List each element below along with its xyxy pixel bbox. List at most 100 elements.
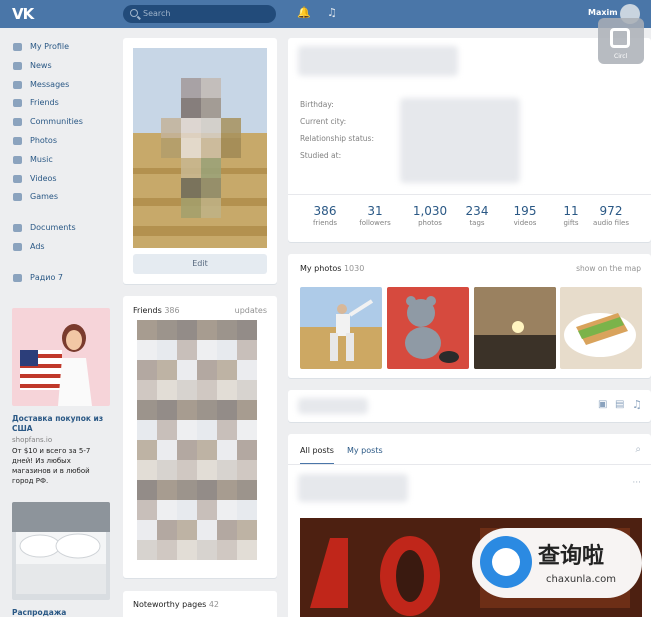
composer-blurred [298,398,368,414]
new-post-bar[interactable]: ▣ ▤ ♫ [288,390,651,422]
show-on-map-link[interactable]: show on the map [576,264,641,273]
friend-avatar-pixel [137,480,157,500]
my-photos-card: My photos 1030 show on the map [288,254,651,378]
friend-avatar-pixel [217,360,237,380]
friend-avatar-pixel [197,480,217,500]
sidebar-item-documents[interactable]: Documents [8,219,112,238]
friend-avatar-pixel [237,520,257,540]
stat-audio-files[interactable]: 972 audio files [587,204,635,227]
friend-avatar-pixel [217,480,237,500]
current-city-label: Current city: [300,117,347,126]
friends-updates-link[interactable]: updates [235,306,267,315]
sidebar-item-label: Photos [30,135,57,145]
message-icon [13,80,22,89]
more-options-icon[interactable]: ··· [632,478,641,488]
noteworthy-title[interactable]: Noteworthy pages [133,600,206,609]
camera-icon[interactable]: ▣ [598,399,607,410]
left-sidebar: My Profile News Messages Friends Communities… [8,38,112,288]
sidebar-item-videos[interactable]: Videos [8,170,112,189]
friend-avatar-pixel [237,400,257,420]
search-input[interactable]: Search [123,5,276,23]
sidebar-item-ads[interactable]: Ads [8,238,112,257]
friend-avatar-pixel [177,440,197,460]
search-icon [130,9,138,17]
friend-avatar-pixel [197,420,217,440]
friend-avatar-pixel [217,340,237,360]
ad-text: От $10 и всего за 5-7 дней! Из любых маг… [12,447,91,485]
communities-icon [13,118,22,127]
friend-avatar-pixel [217,460,237,480]
ad-site[interactable]: shopfans.io [12,436,110,444]
friend-avatar-pixel [177,520,197,540]
sidebar-item-my-profile[interactable]: My Profile [8,38,112,57]
friend-avatar-pixel [237,420,257,440]
friend-avatar-pixel [217,540,237,560]
photo-thumb-sandwich[interactable] [560,287,642,369]
tab-my-posts[interactable]: My posts [347,446,383,455]
sidebar-item-music[interactable]: Music [8,151,112,170]
top-bar: VK Search 🔔 ♫ Maxim [0,0,651,28]
sidebar-item-label: Videos [30,173,57,183]
friends-title-row[interactable]: Friends 386 [133,306,180,315]
photo-thumb-field[interactable] [300,287,382,369]
friend-avatar-pixel [197,320,217,340]
photo-thumb-sunset[interactable] [474,287,556,369]
stat-videos[interactable]: 195 videos [501,204,549,227]
ad-image-pillows[interactable] [12,502,110,600]
sidebar-item-радио-7[interactable]: Радио 7 [8,269,112,288]
sidebar-item-games[interactable]: Games [8,188,112,207]
ad-block-1[interactable]: Доставка покупок из США shopfans.io От $… [12,308,110,486]
search-posts-icon[interactable]: ⌕ [635,444,641,455]
stat-friends[interactable]: 386 friends [301,204,349,227]
friend-avatar-pixel [197,540,217,560]
friend-avatar-pixel [137,440,157,460]
stat-tags[interactable]: 234 tags [453,204,501,227]
friend-avatar-pixel [137,340,157,360]
music-icon[interactable]: ♫ [327,6,337,19]
sidebar-item-label: Music [30,154,53,164]
friend-avatar-pixel [197,400,217,420]
ad-title[interactable]: Доставка покупок из США [12,414,110,434]
video-icon[interactable]: ▤ [615,399,624,410]
noteworthy-title-row[interactable]: Noteworthy pages 42 [133,600,219,609]
sidebar-item-messages[interactable]: Messages [8,76,112,95]
friend-avatar-pixel [177,480,197,500]
friends-title[interactable]: Friends [133,306,162,315]
friends-count: 386 [164,306,180,315]
stat-photos[interactable]: 1,030 photos [406,204,454,227]
vk-logo[interactable]: VK [12,5,34,23]
user-name[interactable]: Maxim [588,8,618,17]
photo-thumb-teddy[interactable] [387,287,469,369]
ads-icon [13,242,22,251]
profile-photo[interactable] [133,48,267,248]
music-attach-icon[interactable]: ♫ [632,398,642,411]
edit-profile-button[interactable]: Edit [133,254,267,274]
friend-avatar-pixel [157,520,177,540]
friend-avatar-pixel [177,420,197,440]
sidebar-item-label: Friends [30,98,59,108]
sidebar-item-label: Games [30,192,58,202]
sidebar-item-communities[interactable]: Communities [8,113,112,132]
friends-grid[interactable] [137,320,263,560]
sidebar-item-news[interactable]: News [8,57,112,76]
friend-avatar-pixel [137,420,157,440]
divider [288,464,651,465]
ad-image-flag-girl[interactable] [12,308,110,406]
stat-followers[interactable]: 31 followers [351,204,399,227]
sidebar-item-label: Documents [30,223,76,233]
bell-icon[interactable]: 🔔 [297,6,311,19]
stat-label: friends [312,219,338,227]
friend-avatar-pixel [137,320,157,340]
photos-title[interactable]: My photos [300,264,341,273]
sidebar-item-photos[interactable]: Photos [8,132,112,151]
photos-title-row[interactable]: My photos 1030 [300,264,364,273]
ad-block-2[interactable]: Распродажа подушек! [12,502,110,617]
friend-avatar-pixel [157,480,177,500]
tab-all-posts[interactable]: All posts [300,446,334,465]
site-watermark: 查询啦 chaxunla.com [472,528,642,598]
ad-title[interactable]: Распродажа подушек! [12,608,110,617]
friend-avatar-pixel [157,440,177,460]
sidebar-item-friends[interactable]: Friends [8,94,112,113]
post-author-blurred [298,474,408,502]
friend-avatar-pixel [237,320,257,340]
